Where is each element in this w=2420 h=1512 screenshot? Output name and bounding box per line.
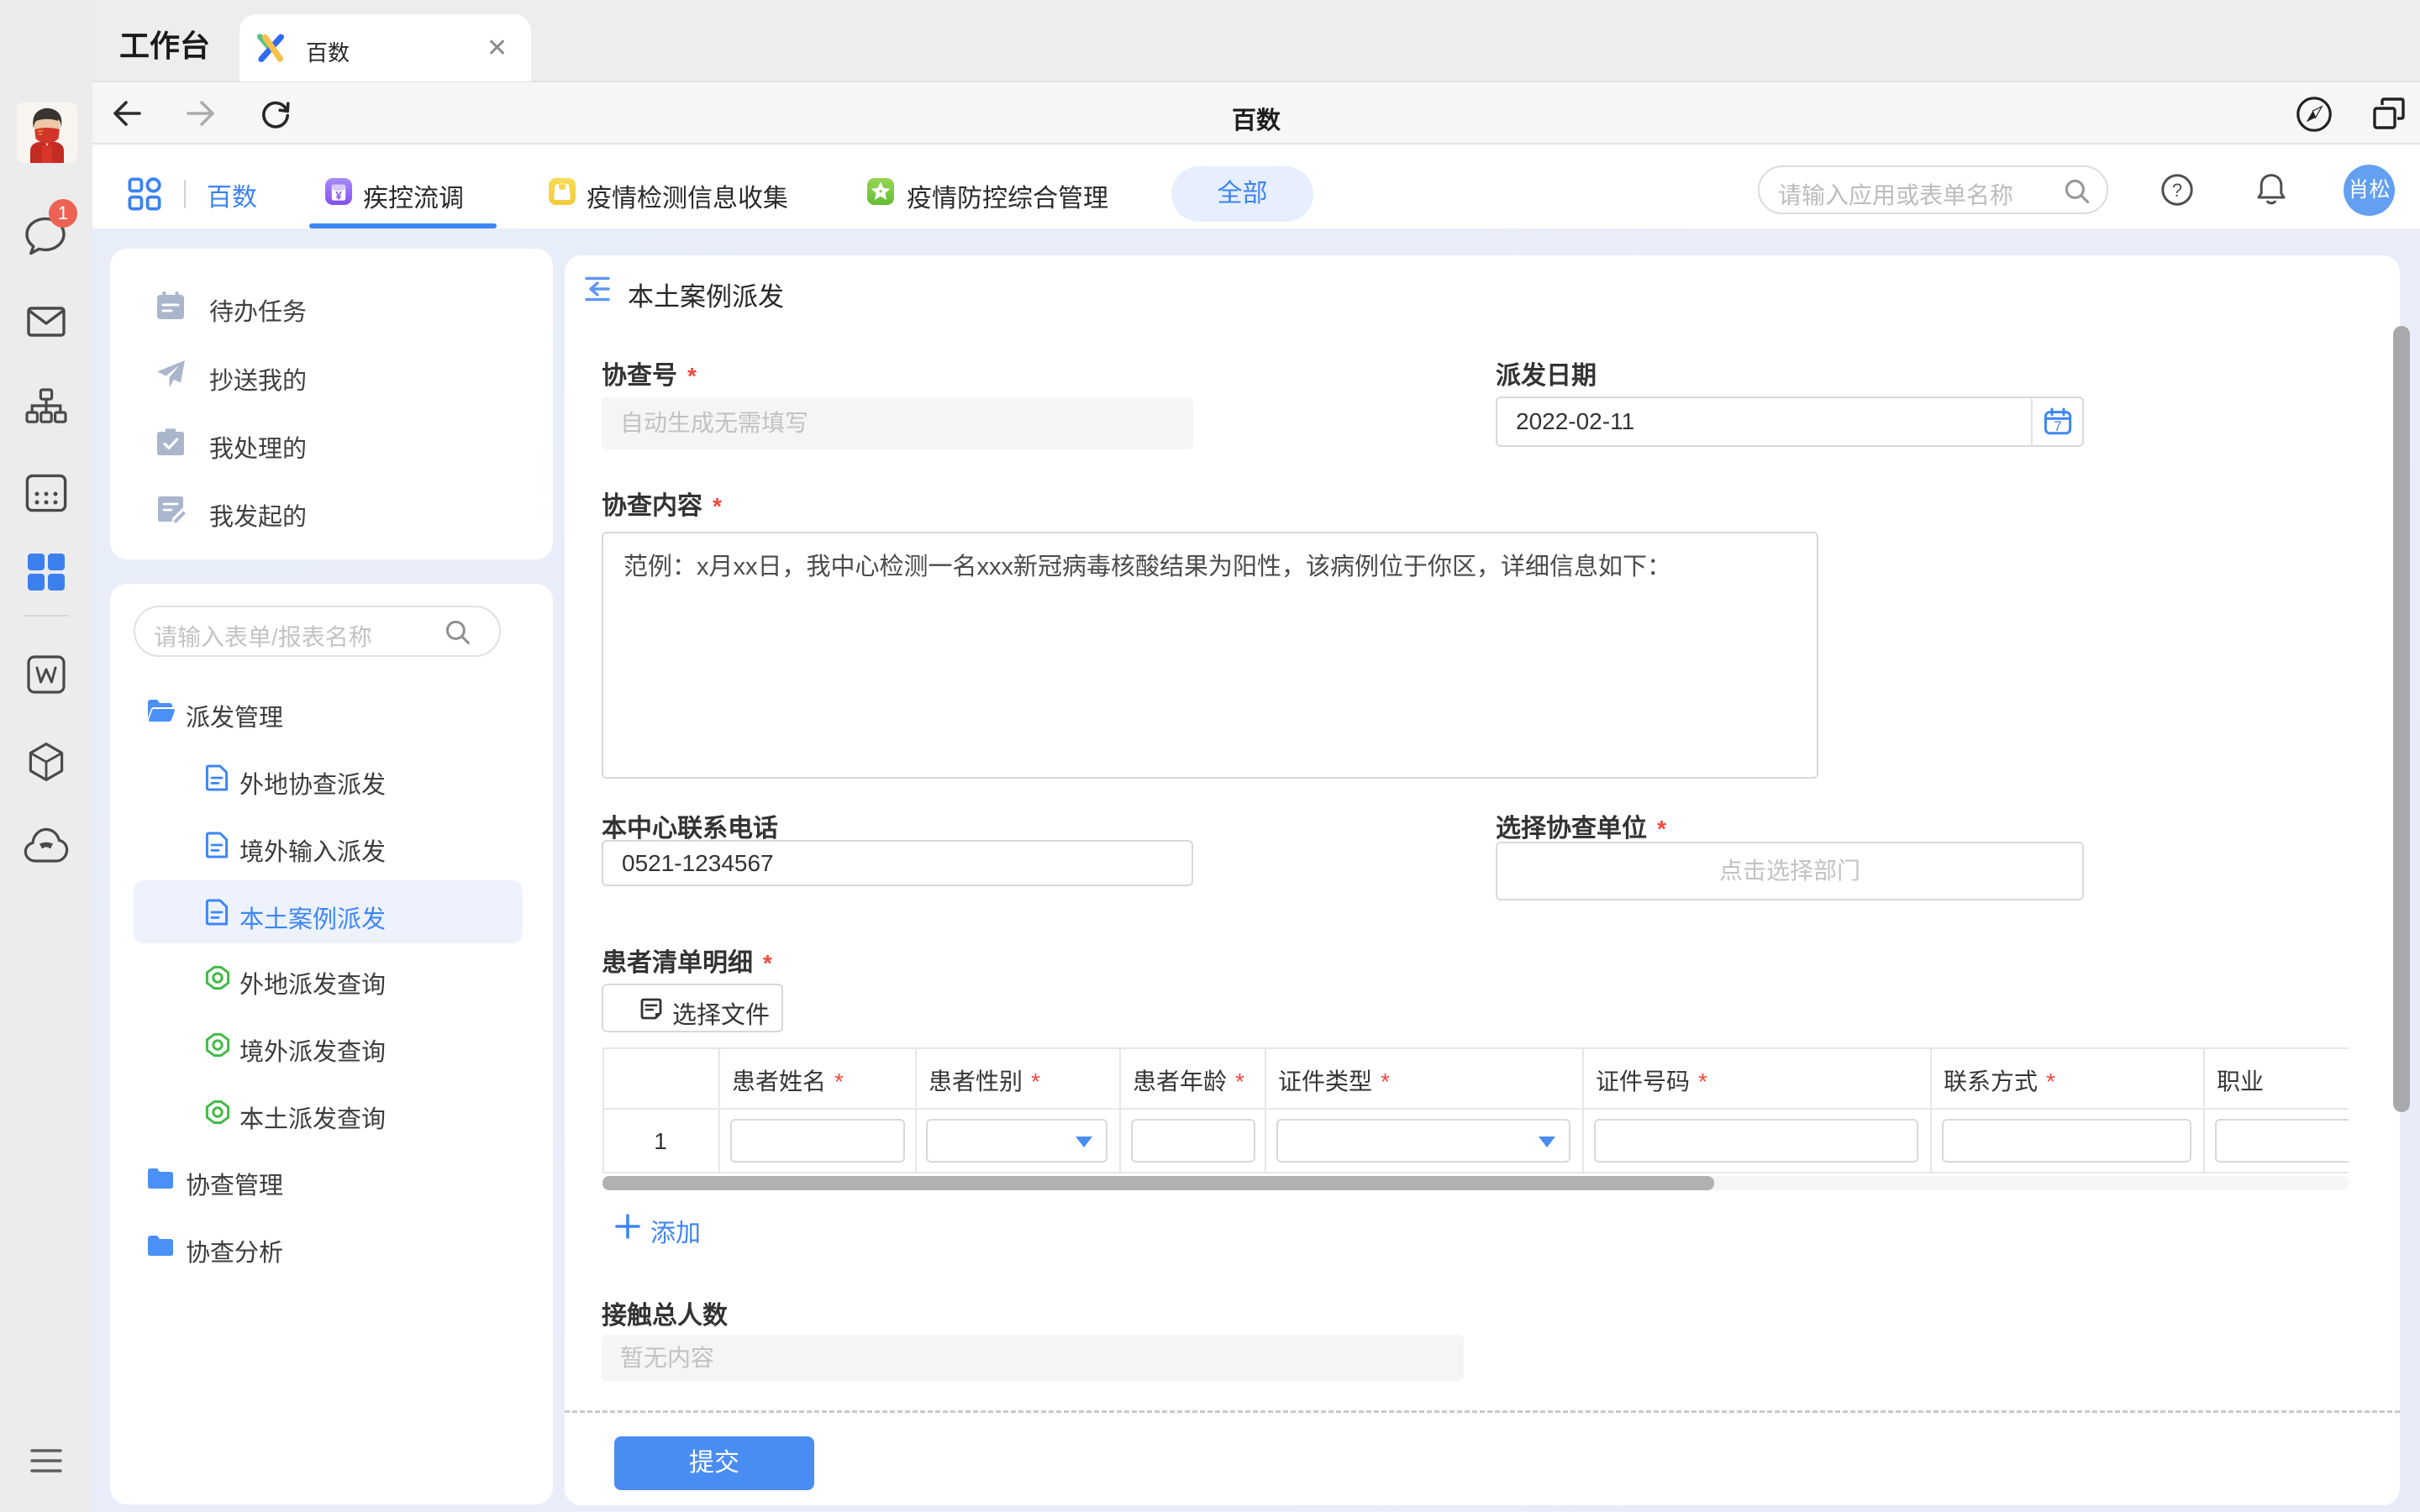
svg-text:¥: ¥ (335, 190, 342, 202)
svg-text:7: 7 (2054, 418, 2061, 434)
svg-text:?: ? (2172, 180, 2182, 201)
